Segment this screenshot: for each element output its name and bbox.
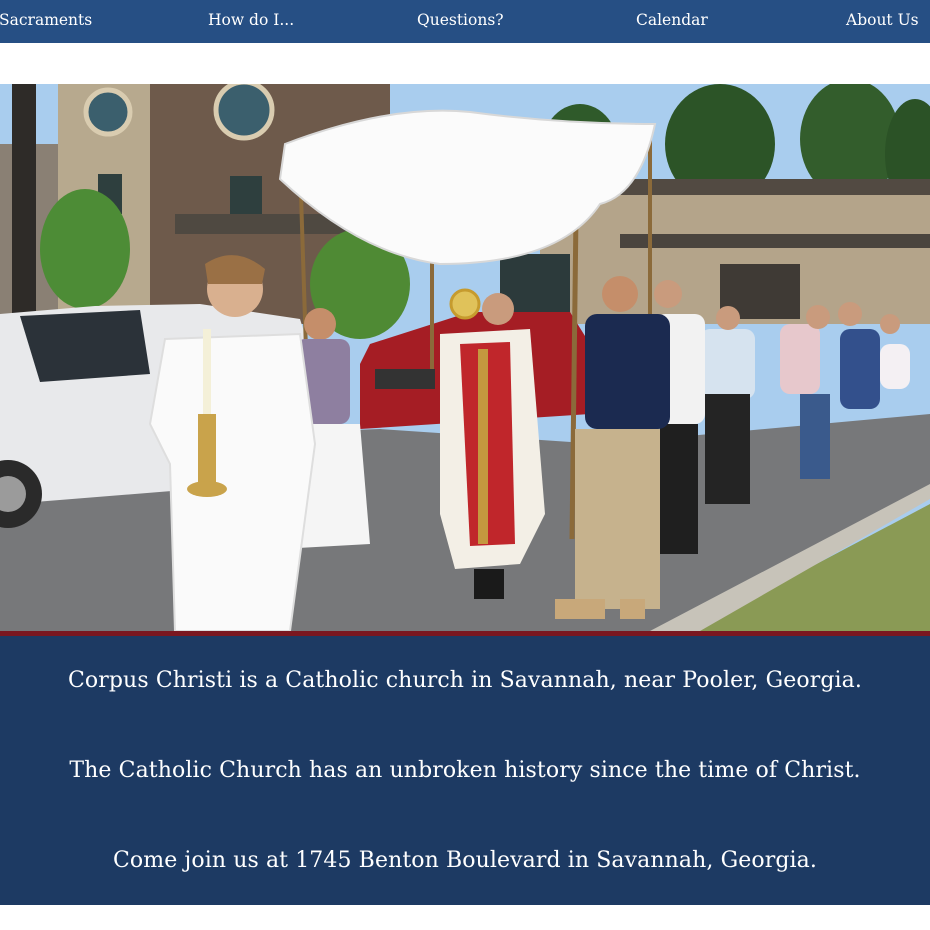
nav-item-calendar[interactable]: Calendar xyxy=(636,0,708,43)
address-text: Come join us at 1745 Benton Boulevard in… xyxy=(112,848,817,873)
nav-item-how-do-i[interactable]: How do I... xyxy=(208,0,294,43)
info-section: Corpus Christi is a Catholic church in S… xyxy=(0,636,930,905)
nav-item-questions[interactable]: Questions? xyxy=(417,0,504,43)
person-shape xyxy=(148,332,317,631)
nav-item-sacraments[interactable]: Sacraments xyxy=(0,0,92,43)
procession-illustration xyxy=(0,84,930,631)
procession-photo xyxy=(0,84,930,631)
intro-text: Corpus Christi is a Catholic church in S… xyxy=(67,668,862,693)
top-navigation-bar: Sacraments How do I... Questions? Calend… xyxy=(0,0,930,43)
history-text: The Catholic Church has an unbroken hist… xyxy=(69,758,861,783)
nav-item-about-us[interactable]: About Us xyxy=(846,0,919,43)
person-shape xyxy=(585,314,670,429)
